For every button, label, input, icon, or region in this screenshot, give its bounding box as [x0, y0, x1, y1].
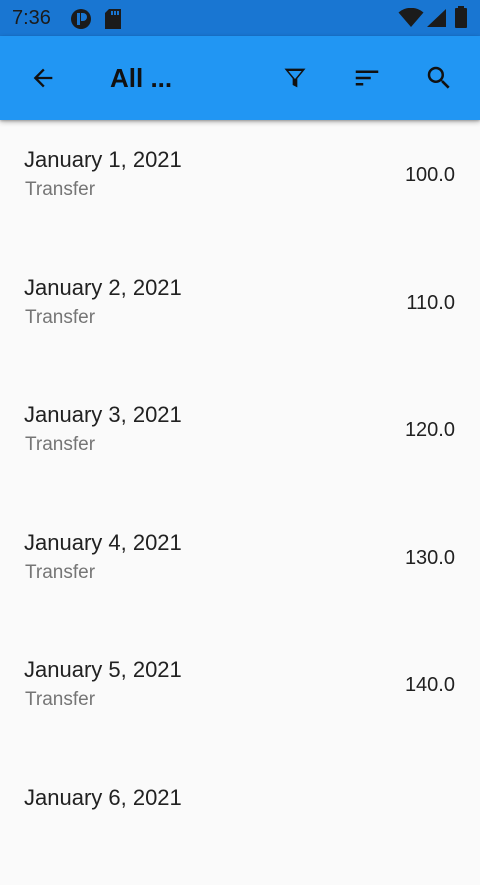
- wifi-icon: [398, 8, 424, 28]
- transaction-type: Transfer: [25, 178, 95, 202]
- list-item[interactable]: January 1, 2021 Transfer 100.0: [0, 120, 480, 248]
- transaction-amount: 130.0: [405, 546, 455, 570]
- transaction-date: January 6, 2021: [24, 784, 182, 812]
- sort-icon: [352, 63, 382, 93]
- sort-button[interactable]: [345, 56, 389, 100]
- list-item[interactable]: January 3, 2021 Transfer 120.0: [0, 375, 480, 503]
- transaction-amount: 120.0: [405, 418, 455, 442]
- sd-card-icon: [104, 8, 122, 30]
- transaction-date: January 1, 2021: [24, 146, 182, 174]
- signal-icon: [425, 8, 447, 28]
- filter-button[interactable]: [273, 56, 317, 100]
- transaction-amount: 110.0: [406, 291, 455, 315]
- transaction-type: Transfer: [25, 561, 95, 585]
- page-title: All ...: [110, 62, 172, 94]
- search-button[interactable]: [417, 56, 461, 100]
- battery-icon: [454, 6, 468, 28]
- back-arrow-icon: [29, 64, 57, 92]
- list-item[interactable]: January 2, 2021 Transfer 110.0: [0, 248, 480, 376]
- transaction-date: January 3, 2021: [24, 401, 182, 429]
- status-time: 7:36: [12, 7, 51, 29]
- transaction-type: Transfer: [25, 433, 95, 457]
- list-item[interactable]: January 5, 2021 Transfer 140.0: [0, 630, 480, 758]
- search-icon: [424, 63, 454, 93]
- app-notification-icon: [70, 8, 92, 30]
- transaction-date: January 2, 2021: [24, 274, 182, 302]
- list-item[interactable]: January 6, 2021: [0, 758, 480, 885]
- status-bar: 7:36: [0, 0, 480, 36]
- transaction-list: January 1, 2021 Transfer 100.0 January 2…: [0, 120, 480, 885]
- back-button[interactable]: [21, 56, 65, 100]
- transaction-date: January 5, 2021: [24, 656, 182, 684]
- transaction-amount: 100.0: [405, 163, 455, 187]
- transaction-type: Transfer: [25, 306, 95, 330]
- app-bar: All ...: [0, 36, 480, 120]
- list-item[interactable]: January 4, 2021 Transfer 130.0: [0, 503, 480, 631]
- filter-icon: [281, 64, 309, 92]
- transaction-date: January 4, 2021: [24, 529, 182, 557]
- transaction-type: Transfer: [25, 688, 95, 712]
- transaction-amount: 140.0: [405, 673, 455, 697]
